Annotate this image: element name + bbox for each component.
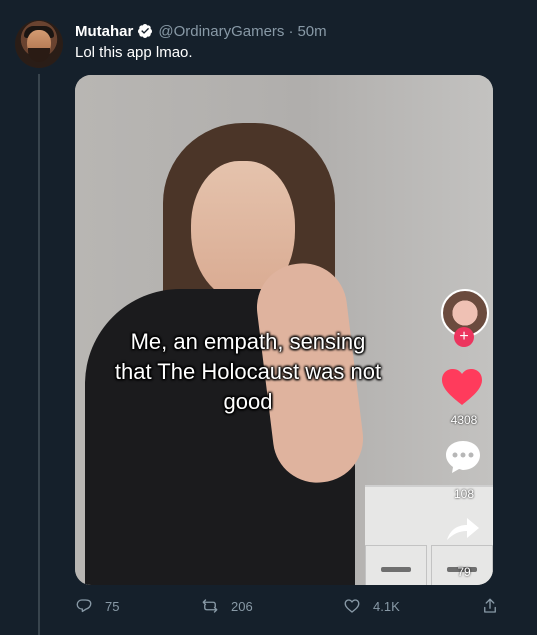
video-like-count: 4308 bbox=[450, 413, 478, 427]
like-count: 4.1K bbox=[373, 598, 400, 614]
avatar[interactable] bbox=[15, 20, 63, 68]
verified-badge-icon bbox=[137, 23, 153, 39]
video-caption-line-1: Me, an empath, sensing bbox=[130, 329, 366, 354]
like-button[interactable]: 4.1K bbox=[343, 597, 400, 615]
timestamp[interactable]: 50m bbox=[297, 23, 326, 40]
video-caption: Me, an empath, sensing that The Holocaus… bbox=[78, 327, 418, 417]
video-heart-icon[interactable] bbox=[440, 367, 484, 407]
retweet-icon bbox=[202, 599, 218, 613]
cabinet-handle bbox=[381, 567, 411, 572]
tweet-media[interactable]: Me, an empath, sensing that The Holocaus… bbox=[75, 75, 493, 585]
comment-bubble-icon[interactable] bbox=[444, 439, 482, 475]
heart-icon bbox=[344, 599, 360, 613]
thread-line bbox=[38, 74, 40, 635]
cabinet-door bbox=[365, 545, 427, 585]
video-caption-line-3: good bbox=[223, 389, 273, 414]
separator-dot: · bbox=[288, 22, 294, 40]
tweet-header: Mutahar @OrdinaryGamers · 50m bbox=[75, 21, 327, 41]
tweet-actions: 75 206 4.1K bbox=[75, 597, 502, 621]
handle[interactable]: @OrdinaryGamers bbox=[158, 23, 284, 40]
reply-icon bbox=[76, 599, 92, 613]
avatar-beard bbox=[28, 48, 50, 62]
video-caption-line-2: that The Holocaust was not bbox=[114, 359, 382, 384]
video-share-icon[interactable] bbox=[445, 513, 481, 543]
retweet-count: 206 bbox=[231, 598, 253, 614]
video-share-count: 79 bbox=[457, 565, 471, 579]
share-button[interactable] bbox=[481, 597, 511, 615]
retweet-button[interactable]: 206 bbox=[201, 597, 253, 615]
share-icon bbox=[484, 598, 496, 613]
video-comment-count: 108 bbox=[453, 487, 475, 501]
display-name[interactable]: Mutahar bbox=[75, 23, 133, 40]
tiktok-actions: + 4308 108 79 bbox=[435, 289, 493, 585]
reply-button[interactable]: 75 bbox=[75, 597, 119, 615]
reply-count: 75 bbox=[105, 598, 120, 614]
tweet-text: Lol this app lmao. bbox=[75, 44, 193, 61]
follow-plus-icon[interactable]: + bbox=[454, 327, 474, 347]
